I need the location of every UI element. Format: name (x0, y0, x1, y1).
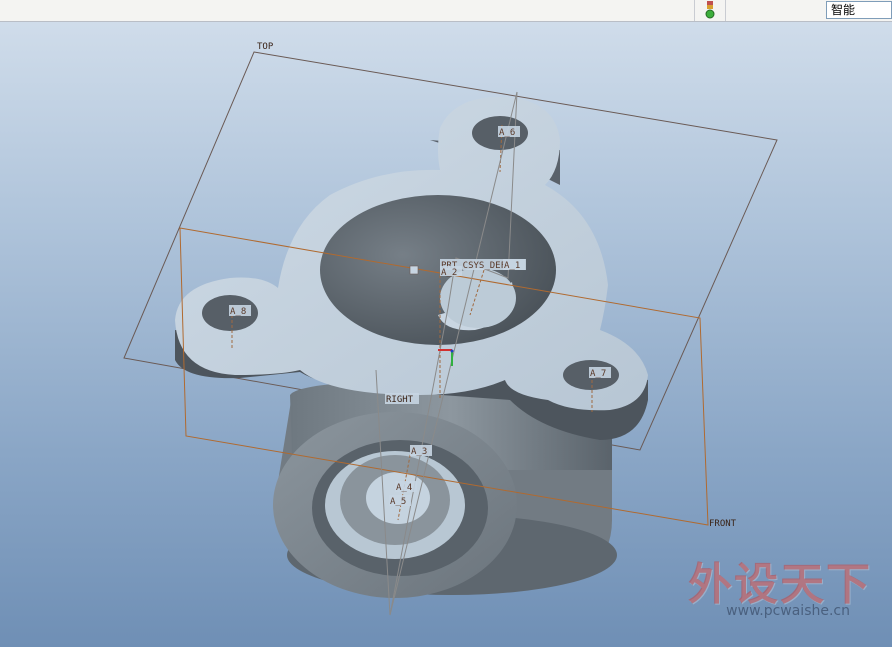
axis-a4-label[interactable]: A_4 (396, 483, 412, 493)
axis-a3-label[interactable]: A_3 (411, 447, 427, 457)
datum-plane-right-label[interactable]: RIGHT (386, 395, 414, 405)
axis-a6-label[interactable]: A_6 (499, 128, 515, 138)
watermark-url: www.pcwaishe.cn (726, 603, 850, 619)
axis-a5-label[interactable]: A_5 (390, 497, 406, 507)
axis-a1-label[interactable]: A_1 (504, 261, 520, 271)
axis-a8-label[interactable]: A_8 (230, 307, 246, 317)
datum-plane-top-label[interactable]: TOP (257, 42, 274, 52)
axis-a7-label[interactable]: A_7 (590, 369, 606, 379)
datum-plane-front-label[interactable]: FRONT (709, 519, 737, 529)
axis-a2-label[interactable]: A_2 (441, 268, 457, 278)
